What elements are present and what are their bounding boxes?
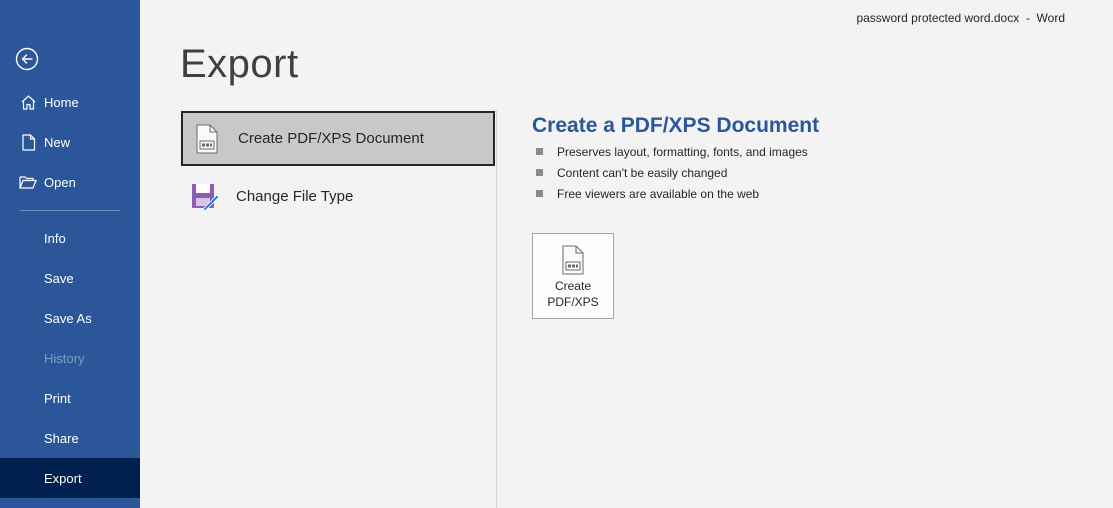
list-item: Free viewers are available on the web xyxy=(535,186,808,207)
sidebar-item-save[interactable]: Save xyxy=(0,258,140,298)
back-button[interactable] xyxy=(15,47,39,71)
new-document-icon xyxy=(19,133,37,151)
sidebar-item-label: New xyxy=(44,134,71,150)
sidebar-item-label: Save As xyxy=(44,310,92,326)
list-item-text: Content can't be easily changed xyxy=(557,166,728,180)
list-item-text: Preserves layout, formatting, fonts, and… xyxy=(557,145,808,159)
sidebar-item-print[interactable]: Print xyxy=(0,378,140,418)
sidebar-item-export[interactable]: Export xyxy=(0,458,140,498)
window-title: password protected word.docx - Word xyxy=(856,11,1065,25)
sidebar-item-open[interactable]: Open xyxy=(0,162,140,202)
list-item: Preserves layout, formatting, fonts, and… xyxy=(535,144,808,165)
option-label: Create PDF/XPS Document xyxy=(238,130,424,147)
back-arrow-icon xyxy=(15,47,39,71)
sidebar-item-save-as[interactable]: Save As xyxy=(0,298,140,338)
pane-divider xyxy=(496,110,497,508)
bullet-icon xyxy=(536,190,543,197)
change-file-type-option[interactable]: Change File Type xyxy=(181,169,495,224)
sidebar-item-label: Info xyxy=(44,230,66,246)
sidebar-divider xyxy=(20,210,120,211)
button-label-line: PDF/XPS xyxy=(547,295,599,309)
sidebar-item-info[interactable]: Info xyxy=(0,218,140,258)
sidebar-item-label: Share xyxy=(44,430,79,446)
open-folder-icon xyxy=(19,173,37,191)
button-label: Create PDF/XPS xyxy=(547,278,598,310)
sidebar-item-label: Export xyxy=(44,470,82,486)
sidebar-item-label: Print xyxy=(44,390,71,406)
feature-list: Preserves layout, formatting, fonts, and… xyxy=(535,144,808,207)
sidebar-item-home[interactable]: Home xyxy=(0,82,140,122)
pdf-document-icon xyxy=(189,121,225,157)
button-label-line: Create xyxy=(554,279,591,293)
sidebar-item-label: Save xyxy=(44,270,74,286)
page-title: Export xyxy=(180,42,299,86)
pdf-document-icon xyxy=(562,245,584,275)
bullet-icon xyxy=(536,148,543,155)
sidebar-item-share[interactable]: Share xyxy=(0,418,140,458)
list-item: Content can't be easily changed xyxy=(535,165,808,186)
sidebar-item-label: History xyxy=(44,350,85,366)
sidebar-item-history: History xyxy=(0,338,140,378)
sidebar-item-label: Home xyxy=(44,94,79,110)
sidebar-item-label: Open xyxy=(44,174,76,190)
backstage-sidebar: Home New Open Info Save Save As History … xyxy=(0,0,140,508)
bullet-icon xyxy=(536,169,543,176)
sidebar-item-new[interactable]: New xyxy=(0,122,140,162)
change-file-type-icon xyxy=(187,179,223,215)
detail-title: Create a PDF/XPS Document xyxy=(532,114,820,137)
option-label: Change File Type xyxy=(236,188,354,205)
create-pdf-xps-button[interactable]: Create PDF/XPS xyxy=(532,233,614,319)
list-item-text: Free viewers are available on the web xyxy=(557,187,760,201)
home-icon xyxy=(19,93,37,111)
create-pdf-xps-option[interactable]: Create PDF/XPS Document xyxy=(181,111,495,166)
